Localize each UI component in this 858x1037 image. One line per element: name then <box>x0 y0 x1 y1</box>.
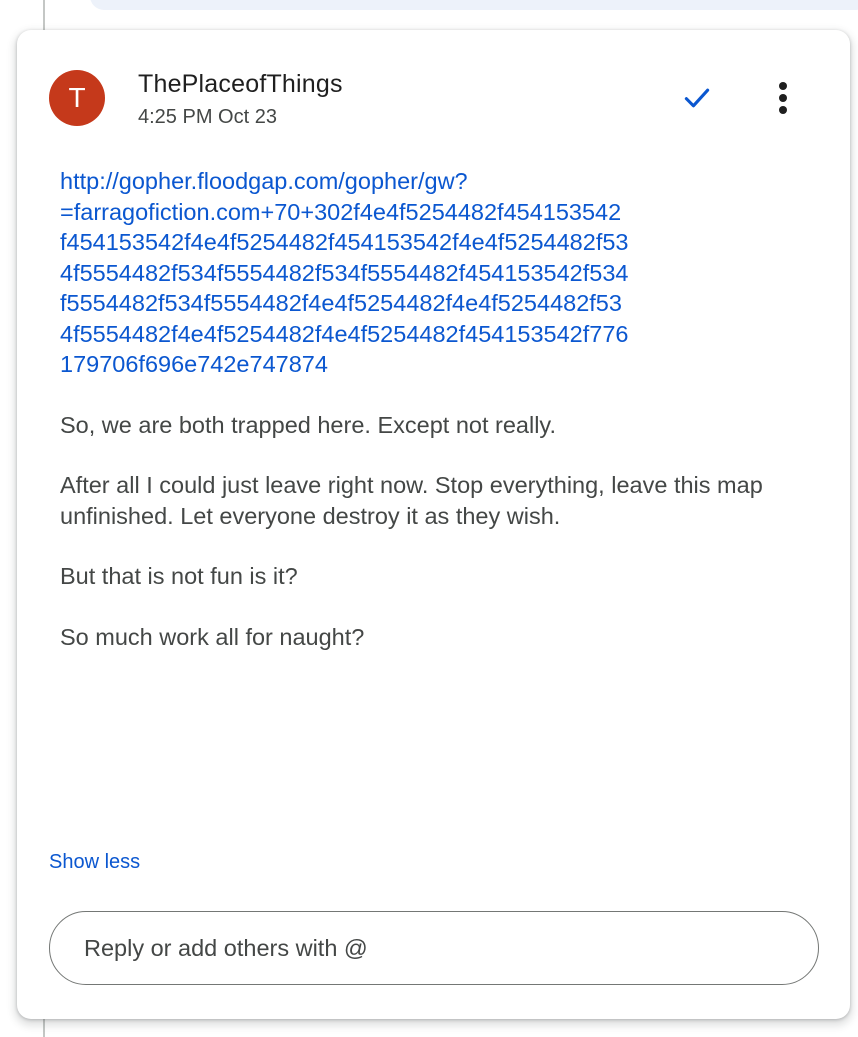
previous-comment-card[interactable] <box>90 0 858 10</box>
comment-timestamp: 4:25 PM Oct 23 <box>138 106 277 128</box>
comment-card[interactable]: T ThePlaceofThings 4:25 PM Oct 23 http:/… <box>17 30 850 1019</box>
author-name: ThePlaceofThings <box>138 70 343 98</box>
link-line: 4f5554482f534f5554482f534f5554482f454153… <box>60 259 629 286</box>
comment-paragraph: After all I could just leave right now. … <box>60 472 763 529</box>
link-line: =farragofiction.com+70+302f4e4f5254482f4… <box>60 198 622 225</box>
comments-panel: T ThePlaceofThings 4:25 PM Oct 23 http:/… <box>0 0 858 1037</box>
link-line: 179706f696e742e747874 <box>60 351 328 377</box>
show-less-link[interactable]: Show less <box>49 851 140 874</box>
comment-paragraph: So much work all for naught? <box>60 623 365 650</box>
resolve-button[interactable] <box>673 74 721 122</box>
gopher-link[interactable]: http://gopher.floodgap.com/gopher/gw? =f… <box>60 166 800 380</box>
link-line: f5554482f534f5554482f4e4f5254482f4e4f525… <box>60 290 622 316</box>
more-vert-icon <box>779 82 787 114</box>
reply-input[interactable] <box>84 934 784 962</box>
link-line: http://gopher.floodgap.com/gopher/gw? <box>60 168 468 194</box>
more-options-button[interactable] <box>759 74 807 122</box>
comment-body: http://gopher.floodgap.com/gopher/gw? =f… <box>60 166 800 682</box>
link-line: f454153542f4e4f5254482f454153542f4e4f525… <box>60 229 629 255</box>
avatar: T <box>49 70 105 126</box>
reply-field[interactable] <box>49 911 819 985</box>
comment-paragraph: So, we are both trapped here. Except not… <box>60 411 556 438</box>
comment-paragraph: But that is not fun is it? <box>60 563 298 589</box>
check-icon <box>684 88 710 108</box>
link-line: 4f5554482f4e4f5254482f4e4f5254482f454153… <box>60 320 629 347</box>
